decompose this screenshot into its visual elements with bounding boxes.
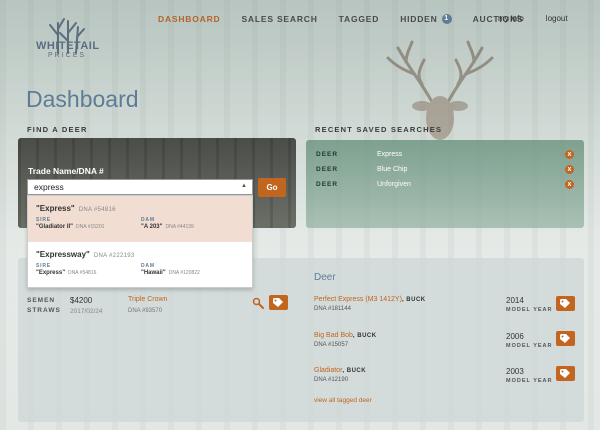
suggestion-item[interactable]: "Express" DNA #54816 SIRE "Gladiator II" D… [28, 196, 252, 242]
saved-search-type: DEER [316, 181, 339, 188]
semen-price: $4200 [70, 296, 93, 305]
tag-button[interactable] [556, 331, 575, 346]
dam-value: "A 203" DNA #44139 [141, 224, 194, 230]
dam-label: DAM [141, 263, 155, 269]
saved-search-type: DEER [316, 166, 339, 173]
logo-title: WHITETAIL [36, 40, 100, 52]
saved-search-link[interactable]: Unforgiven [377, 181, 411, 188]
deer-dna: DNA #12190 [314, 377, 349, 383]
suggestion-name: "Express" DNA #54816 [36, 204, 116, 213]
deer-name: Gladiator, BUCK [314, 367, 367, 374]
suggestion-name: "Expressway" DNA #222193 [36, 250, 135, 259]
saved-search-row: DEER Express x [316, 150, 576, 163]
view-all-tagged-link[interactable]: view all tagged deer [314, 397, 372, 404]
deer-name: Big Bad Bob, BUCK [314, 332, 377, 339]
sire-value: "Express" DNA #54816 [36, 270, 97, 276]
remove-search-icon[interactable]: x [565, 180, 574, 189]
deer-year: 2006 [506, 332, 524, 341]
semen-date: 2017/02/24 [70, 308, 103, 315]
straws-label: STRAWS [27, 307, 61, 314]
go-button[interactable]: Go [258, 178, 286, 197]
search-suggestions: "Express" DNA #54816 SIRE "Gladiator II" D… [27, 195, 253, 288]
dam-value: "Hawaii" DNA #120822 [141, 270, 200, 276]
remove-search-icon[interactable]: x [565, 150, 574, 159]
deer-link[interactable]: Perfect Express (M3 1412Y) [314, 296, 402, 303]
model-year-label: MODEL YEAR [506, 378, 553, 384]
tag-icon [560, 299, 570, 308]
main-nav: DASHBOARD SALES SEARCH TAGGED HIDDEN 1 AU… [158, 14, 544, 24]
deer-dna: DNA #181144 [314, 306, 351, 312]
page-title: Dashboard [26, 86, 139, 112]
saved-search-link[interactable]: Express [377, 151, 402, 158]
deer-year: 2014 [506, 296, 524, 305]
sire-label: SIRE [36, 217, 51, 223]
semen-label: SEMEN [27, 297, 56, 304]
trade-name-label: Trade Name/DNA # [28, 166, 104, 176]
nav-sales-search[interactable]: SALES SEARCH [241, 14, 317, 24]
nav-hidden[interactable]: HIDDEN 1 [400, 14, 452, 24]
semen-deer-link[interactable]: Triple Crown [128, 296, 167, 303]
model-year-label: MODEL YEAR [506, 307, 553, 313]
deer-search-input[interactable] [27, 179, 253, 195]
find-deer-heading: FIND A DEER [27, 125, 88, 134]
model-year-label: MODEL YEAR [506, 343, 553, 349]
suggestion-item[interactable]: "Expressway" DNA #222193 SIRE "Express" DN… [28, 242, 252, 288]
recent-searches-heading: RECENT SAVED SEARCHES [315, 125, 443, 134]
saved-search-row: DEER Blue Chip x [316, 165, 576, 178]
dropdown-caret-icon[interactable]: ▲ [241, 183, 247, 189]
sire-label: SIRE [36, 263, 51, 269]
my-info-link[interactable]: my info [498, 14, 524, 23]
tag-button[interactable] [269, 295, 288, 310]
search-icon[interactable] [252, 297, 264, 309]
hidden-count-badge: 1 [441, 14, 452, 24]
deer-link[interactable]: Big Bad Bob [314, 332, 353, 339]
deer-link[interactable]: Gladiator [314, 367, 342, 374]
tag-button[interactable] [556, 296, 575, 311]
deer-dna: DNA #15057 [314, 342, 349, 348]
deer-heading: Deer [314, 272, 336, 283]
tag-icon [273, 298, 283, 307]
semen-deer-dna: DNA #93570 [128, 308, 163, 314]
deer-year: 2003 [506, 367, 524, 376]
tag-button[interactable] [556, 366, 575, 381]
saved-search-row: DEER Unforgiven x [316, 180, 576, 193]
saved-search-type: DEER [316, 151, 339, 158]
nav-dashboard[interactable]: DASHBOARD [158, 14, 220, 24]
tag-icon [560, 369, 570, 378]
dam-label: DAM [141, 217, 155, 223]
deer-name: Perfect Express (M3 1412Y), BUCK [314, 296, 426, 303]
saved-search-link[interactable]: Blue Chip [377, 166, 407, 173]
account-nav: my info logout [498, 14, 590, 23]
nav-hidden-label: HIDDEN [400, 14, 438, 24]
sire-value: "Gladiator II" DNA #15201 [36, 224, 105, 230]
tag-icon [560, 334, 570, 343]
nav-tagged[interactable]: TAGGED [339, 14, 380, 24]
remove-search-icon[interactable]: x [565, 165, 574, 174]
logo-subtitle: PRICES [47, 52, 87, 59]
logout-link[interactable]: logout [546, 14, 568, 23]
